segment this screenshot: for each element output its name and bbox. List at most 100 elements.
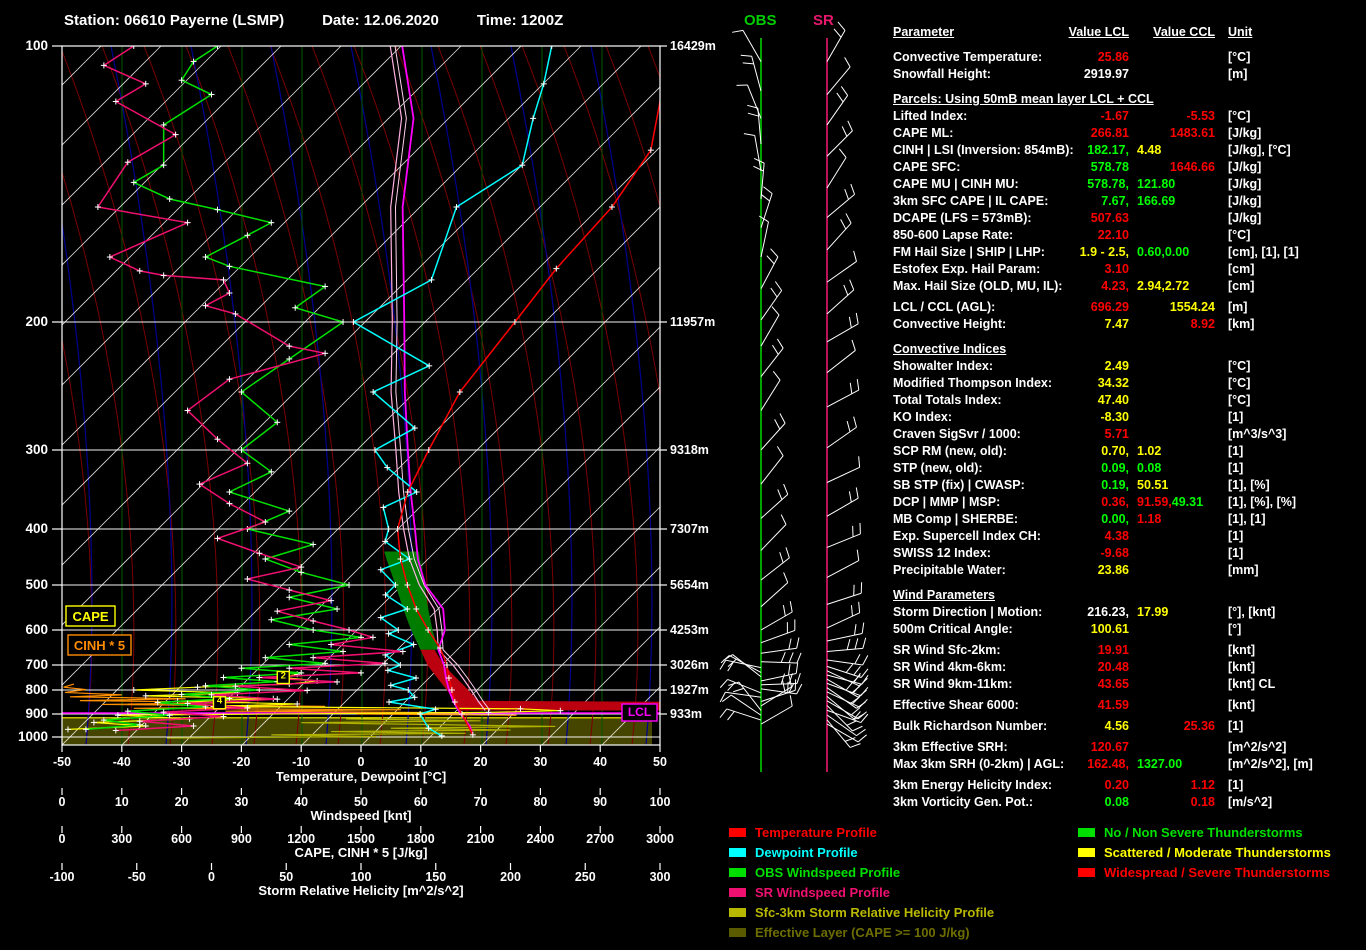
param-label: DCAPE (LFS = 573mB): <box>893 211 1032 225</box>
value-lcl-cell: 4.23, <box>1065 278 1129 295</box>
unit-label: [°], [knt] <box>1228 605 1276 619</box>
param-label: SR Wind 4km-6km: <box>893 660 1007 674</box>
value-lcl-cell: 0.19, <box>1065 477 1129 494</box>
sr-barb-tick <box>840 86 849 96</box>
table-row: Craven SigSvr / 1000: 5.71 [m^3/s^3] <box>893 426 1363 443</box>
value-ccl-cell: 166.69 <box>1129 193 1215 210</box>
value-lcl: 266.81 <box>1090 126 1129 140</box>
table-row: DCAPE (LFS = 573mB): 507.63 [J/kg] <box>893 210 1363 227</box>
unit-cell: [°C] <box>1215 392 1363 409</box>
altitude-label: 11957m <box>670 315 715 329</box>
sr-barb <box>826 695 855 720</box>
axis-title: Temperature, Dewpoint [°C] <box>276 769 446 784</box>
value-lcl: 696.29 <box>1090 300 1129 314</box>
sr-barb-tick <box>841 126 848 137</box>
unit-cell: [knt] CL <box>1215 676 1363 693</box>
value-lcl: 19.91 <box>1097 643 1129 657</box>
param-label-cell: STP (new, old): <box>893 460 1065 477</box>
unit-label: [°C] <box>1228 50 1251 64</box>
unit-cell: [°] <box>1215 621 1363 638</box>
param-label: 3km Effective SRH: <box>893 740 1008 754</box>
table-row: SR Wind 4km-6km: 20.48 [knt] <box>893 659 1363 676</box>
sr-barb <box>826 389 860 408</box>
value-lcl: 0.36, <box>1101 495 1129 509</box>
obs-barb-tick <box>774 419 781 430</box>
legend-label: OBS Windspeed Profile <box>755 864 901 880</box>
legend-label: No / Non Severe Thunderstorms <box>1104 824 1303 840</box>
value-lcl-cell: 47.40 <box>1065 392 1129 409</box>
param-label: Showalter Index: <box>893 359 994 373</box>
unit-label: [m/s^2] <box>1228 795 1273 809</box>
legend-label: Effective Layer (CAPE >= 100 J/kg) <box>755 924 970 940</box>
param-label: Total Totals Index: <box>893 393 1002 407</box>
table-row: Precipitable Water: 23.86 [mm] <box>893 562 1363 579</box>
value-ccl-cell <box>1129 642 1215 659</box>
unit-label: [1], [%], [%] <box>1228 495 1297 509</box>
axis-tick-label: 300 <box>650 870 671 884</box>
obs-barb-tick <box>732 29 744 33</box>
obs-barb-tick <box>742 62 754 65</box>
value-lcl: 7.47 <box>1104 317 1129 331</box>
param-label-cell: SR Wind Sfc-2km: <box>893 642 1065 659</box>
axis-tick-label: 60 <box>414 795 428 809</box>
altitude-label: 16429m <box>670 39 716 53</box>
table-row: Lifted Index: -1.67 -5.53 [°C] <box>893 108 1363 125</box>
sr-barb-tick <box>860 686 869 697</box>
date-label: Date: 12.06.2020 <box>322 12 439 29</box>
obs-barb <box>738 681 762 711</box>
legend-item: Effective Layer (CAPE >= 100 J/kg) <box>729 922 994 942</box>
table-header-row: Parameter Value LCL Value CCL Unit <box>893 24 1363 41</box>
value-ccl-cell <box>1129 409 1215 426</box>
value-lcl: 4.38 <box>1104 529 1129 543</box>
value-lcl: 100.61 <box>1090 622 1129 636</box>
sr-barb-tick <box>847 120 853 131</box>
cinh-box-label: CINH * 5 <box>74 638 125 653</box>
sr-barb <box>826 30 846 62</box>
param-label-cell: Effective Shear 6000: <box>893 697 1065 714</box>
value-lcl-cell: 4.56 <box>1065 718 1129 735</box>
value-extra: 1.02 <box>1137 444 1162 458</box>
value-lcl: 0.08 <box>1104 795 1129 809</box>
sr-barb <box>826 426 857 449</box>
value-lcl: 216.23, <box>1087 605 1129 619</box>
axis-tick-label: 600 <box>171 832 192 846</box>
isotherm-diagonal <box>241 326 660 745</box>
severity-legend: No / Non Severe Thunderstorms Scattered /… <box>1078 822 1331 882</box>
unit-cell: [1] <box>1215 777 1363 794</box>
sr-barb <box>826 659 863 666</box>
axis-tick-label: 30 <box>533 755 547 769</box>
unit-cell: [°C] <box>1215 49 1363 66</box>
axis-tick-label: 2400 <box>526 832 554 846</box>
obs-barb-tick <box>774 281 783 291</box>
obs-barb <box>760 629 795 644</box>
unit-label: [J/kg] <box>1228 177 1262 191</box>
unit-label: [m^2/s^2], [m] <box>1228 757 1313 771</box>
sr-barb <box>826 261 857 283</box>
param-label: 3km Energy Helicity Index: <box>893 778 1053 792</box>
obs-barb-tick <box>785 547 790 559</box>
sr-barb-tick <box>849 279 855 291</box>
obs-barb-tick <box>719 692 726 703</box>
unit-cell: [1] <box>1215 545 1363 562</box>
unit-label: [1], [%] <box>1228 478 1270 492</box>
value-ccl: 1.12 <box>1190 778 1215 792</box>
sr-barb <box>826 533 861 548</box>
value-lcl: 507.63 <box>1090 211 1129 225</box>
unit-cell: [°C] <box>1215 375 1363 392</box>
value-lcl: 23.86 <box>1097 563 1129 577</box>
obs-column-header: OBS <box>744 12 777 29</box>
value-lcl: 22.10 <box>1097 228 1129 242</box>
value-extra: 0.08 <box>1137 461 1162 475</box>
value-lcl-cell: 20.48 <box>1065 659 1129 676</box>
altitude-label: 1927m <box>670 683 709 697</box>
param-label-cell: Convective Temperature: <box>893 49 1065 66</box>
axis-tick-label: -20 <box>232 755 250 769</box>
sr-barb-tick <box>853 666 861 676</box>
legend-item: No / Non Severe Thunderstorms <box>1078 822 1331 842</box>
obs-barb-tick <box>783 572 789 583</box>
obs-barb-tick <box>772 344 779 355</box>
obs-barb-tick <box>777 489 783 500</box>
obs-barb-tick <box>796 683 803 695</box>
unit-cell: [m^3/s^3] <box>1215 426 1363 443</box>
axis-title: CAPE, CINH * 5 [J/kg] <box>295 845 428 860</box>
